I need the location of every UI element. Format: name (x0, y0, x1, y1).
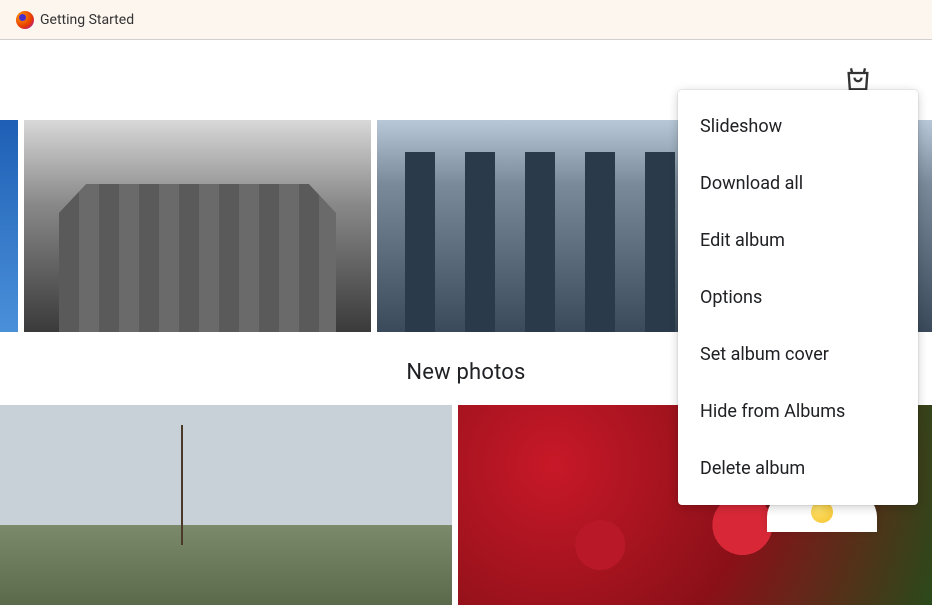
photo-thumbnail[interactable] (24, 120, 371, 332)
tab-label: Getting Started (40, 12, 134, 28)
content-area: New photos Slideshow Download all Edit a… (0, 40, 932, 517)
photo-thumbnail[interactable] (0, 120, 18, 332)
browser-tab-bar: Getting Started (0, 0, 932, 40)
menu-edit-album[interactable]: Edit album (678, 212, 918, 269)
menu-hide-from-albums[interactable]: Hide from Albums (678, 383, 918, 440)
context-menu: Slideshow Download all Edit album Option… (678, 90, 918, 505)
menu-download-all[interactable]: Download all (678, 155, 918, 212)
menu-delete-album[interactable]: Delete album (678, 440, 918, 497)
menu-slideshow[interactable]: Slideshow (678, 98, 918, 155)
menu-options[interactable]: Options (678, 269, 918, 326)
firefox-icon (16, 11, 34, 29)
menu-set-album-cover[interactable]: Set album cover (678, 326, 918, 383)
browser-tab[interactable]: Getting Started (8, 7, 142, 33)
photo-thumbnail[interactable] (0, 405, 452, 605)
